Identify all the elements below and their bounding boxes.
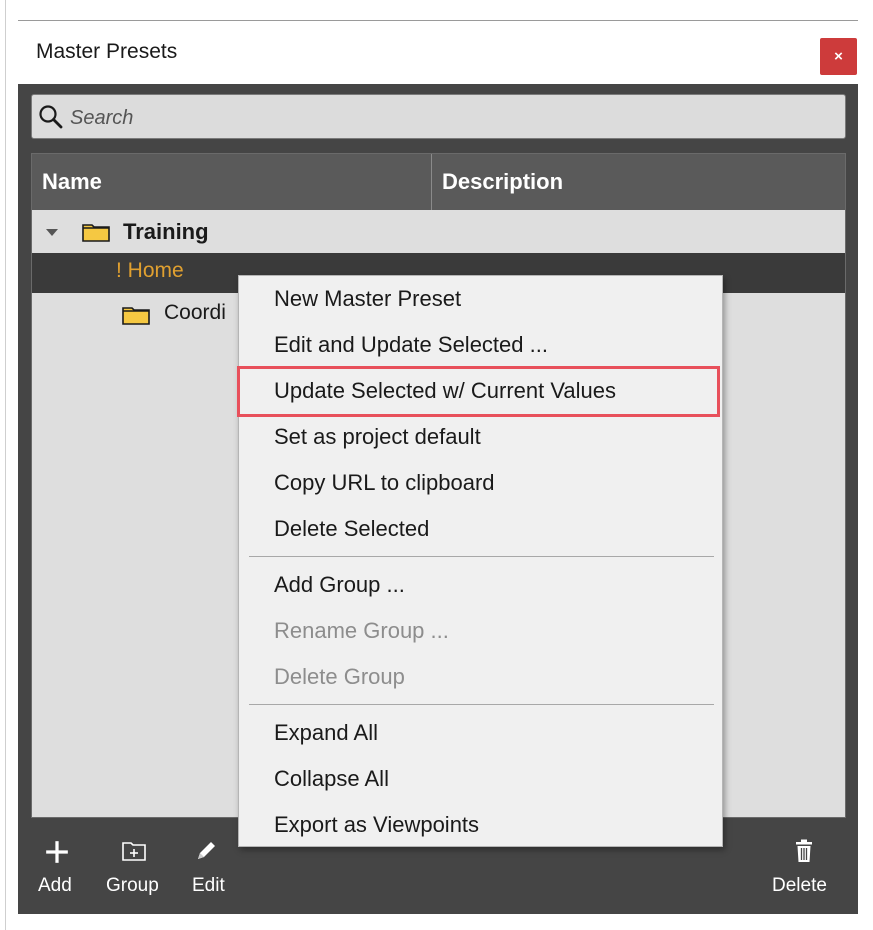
group-icon xyxy=(122,842,146,861)
context-menu: New Master Preset Edit and Update Select… xyxy=(238,275,723,847)
search-box[interactable] xyxy=(31,94,846,139)
menu-item-delete-group: Delete Group xyxy=(274,664,405,689)
tree-row-training[interactable]: Training xyxy=(32,211,845,253)
group-label: Group xyxy=(106,875,159,896)
menu-item-copy-url-to-clipboard[interactable]: Copy URL to clipboard xyxy=(239,462,722,504)
plus-icon xyxy=(46,841,68,863)
menu-item-new-master-preset[interactable]: New Master Preset xyxy=(239,278,722,320)
frame-top-border xyxy=(18,20,858,21)
frame-left-border xyxy=(5,0,6,930)
search-icon xyxy=(39,105,63,129)
add-button[interactable]: Add xyxy=(36,835,80,905)
menu-item-add-group[interactable]: Add Group ... xyxy=(239,564,722,606)
add-label: Add xyxy=(38,875,72,896)
menu-item-expand-all[interactable]: Expand All xyxy=(239,712,722,754)
delete-button[interactable]: Delete xyxy=(770,835,840,905)
menu-item-export-as-viewpoints[interactable]: Export as Viewpoints xyxy=(239,804,722,846)
tree-row-label: Coordi xyxy=(164,301,226,324)
edit-label: Edit xyxy=(192,875,225,896)
folder-icon xyxy=(82,224,110,242)
tree-header: Name Description xyxy=(32,154,845,210)
edit-button[interactable]: Edit xyxy=(188,835,236,905)
delete-label: Delete xyxy=(772,875,827,896)
tree-row-label: Training xyxy=(123,219,209,244)
tree-row-label: ! Home xyxy=(116,259,184,282)
menu-item-update-selected-current-values[interactable]: Update Selected w/ Current Values xyxy=(239,370,722,412)
group-button[interactable]: Group xyxy=(104,835,168,905)
close-button[interactable]: × xyxy=(820,38,857,75)
column-header-name[interactable]: Name xyxy=(32,154,432,210)
menu-item-delete-selected[interactable]: Delete Selected xyxy=(239,508,722,550)
search-input[interactable] xyxy=(68,103,832,133)
trash-icon xyxy=(796,839,812,862)
menu-separator xyxy=(249,556,714,557)
panel-title: Master Presets xyxy=(36,40,178,63)
menu-item-collapse-all[interactable]: Collapse All xyxy=(239,758,722,800)
pencil-icon xyxy=(198,842,215,859)
menu-item-rename-group: Rename Group ... xyxy=(274,618,449,643)
menu-item-edit-and-update-selected[interactable]: Edit and Update Selected ... xyxy=(239,324,722,366)
menu-separator xyxy=(249,704,714,705)
expand-arrow-icon[interactable] xyxy=(46,229,58,236)
folder-icon xyxy=(122,307,150,325)
menu-item-set-as-project-default[interactable]: Set as project default xyxy=(239,416,722,458)
column-header-description[interactable]: Description xyxy=(432,154,855,210)
